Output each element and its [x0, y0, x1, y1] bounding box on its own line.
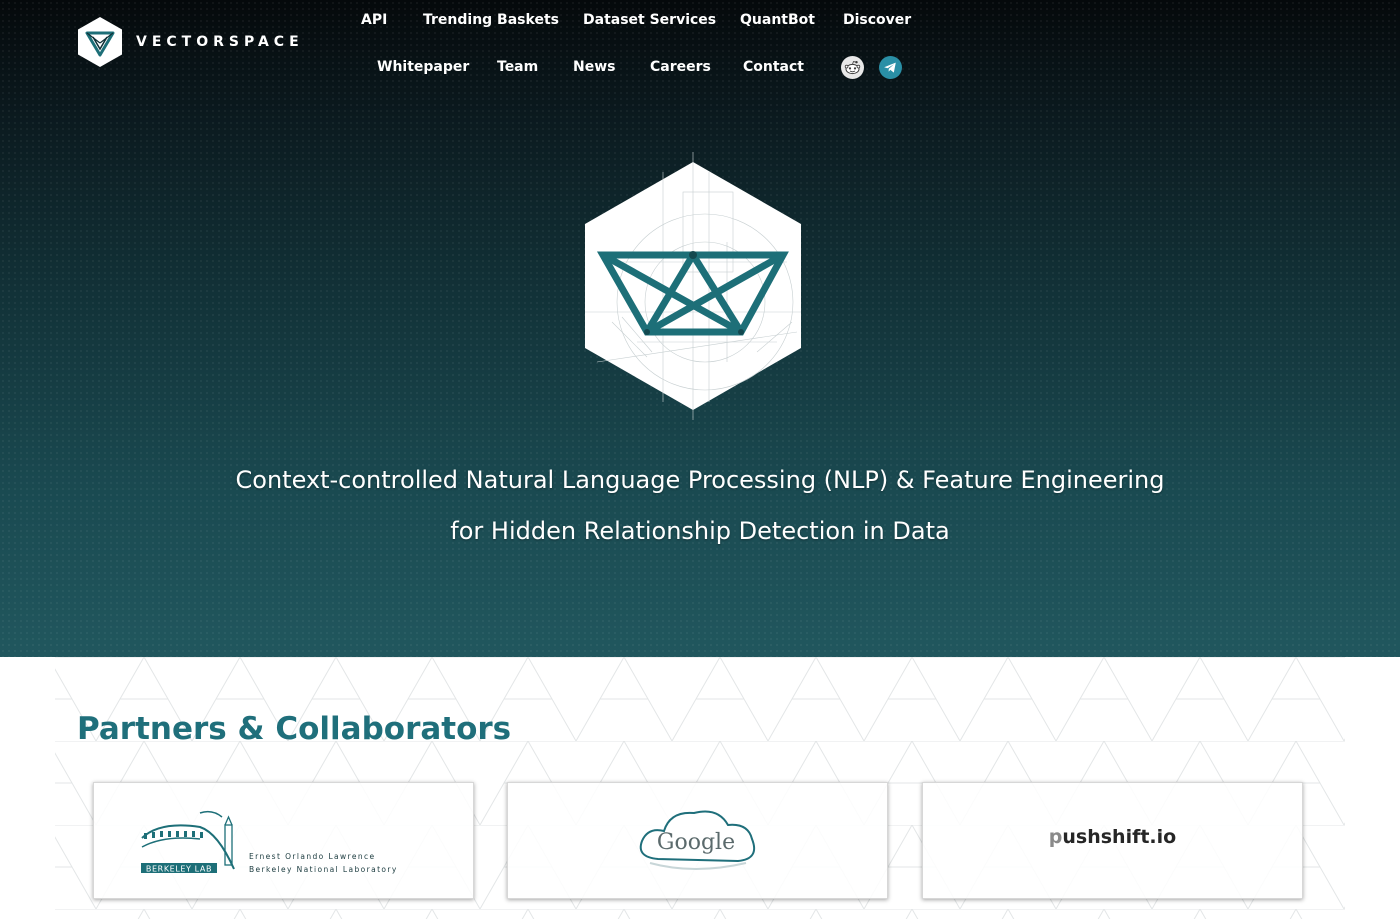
reddit-link[interactable]: [841, 56, 864, 79]
brand-logo-link[interactable]: VECTORSPACE: [76, 16, 304, 68]
telegram-icon: [879, 56, 902, 79]
hero-headline-line2: for Hidden Relationship Detection in Dat…: [450, 517, 950, 545]
hero-headline-line1: Context-controlled Natural Language Proc…: [235, 466, 1165, 494]
google-label: Google: [657, 830, 735, 855]
nav-api[interactable]: API: [361, 12, 387, 28]
hero-section: VECTORSPACE API Trending Baskets Dataset…: [0, 0, 1400, 657]
nav-team[interactable]: Team: [497, 59, 538, 75]
berkeley-lab-label: BERKELEY LAB: [146, 865, 212, 874]
telegram-link[interactable]: [879, 56, 902, 79]
basket-emblem-icon: [585, 152, 801, 420]
nav-whitepaper[interactable]: Whitepaper: [377, 59, 469, 75]
google-cloud-logo-icon: Google: [639, 810, 756, 870]
berkeley-lab-logo-icon: BERKELEY LAB Ernest Orlando Lawrence Ber…: [141, 810, 398, 874]
reddit-icon: [841, 56, 864, 79]
partner-card-berkeley-lab[interactable]: BERKELEY LAB Ernest Orlando Lawrence Ber…: [93, 782, 474, 899]
pushshift-logo: pushshift.io: [923, 826, 1302, 848]
partners-section: Partners & Collaborators BERKELEY LAB Er…: [0, 657, 1400, 919]
berkeley-lab-name-line1: Ernest Orlando Lawrence: [249, 852, 376, 861]
nav-dataset-services[interactable]: Dataset Services: [583, 12, 716, 28]
nav-trending-baskets[interactable]: Trending Baskets: [423, 12, 559, 28]
brand-name: VECTORSPACE: [136, 34, 304, 50]
partners-heading: Partners & Collaborators: [77, 711, 512, 747]
pushshift-logo-first: p: [1048, 826, 1063, 848]
nav-discover[interactable]: Discover: [843, 12, 911, 28]
vectorspace-logo-icon: [78, 17, 122, 67]
nav-quantbot[interactable]: QuantBot: [740, 12, 815, 28]
berkeley-lab-name-line2: Berkeley National Laboratory: [249, 865, 398, 874]
partner-card-google[interactable]: Google: [507, 782, 888, 899]
nav-contact[interactable]: Contact: [743, 59, 804, 75]
nav-news[interactable]: News: [573, 59, 615, 75]
partner-card-pushshift[interactable]: pushshift.io: [922, 782, 1303, 899]
pushshift-logo-rest: ushshift.io: [1062, 826, 1177, 848]
nav-careers[interactable]: Careers: [650, 59, 711, 75]
